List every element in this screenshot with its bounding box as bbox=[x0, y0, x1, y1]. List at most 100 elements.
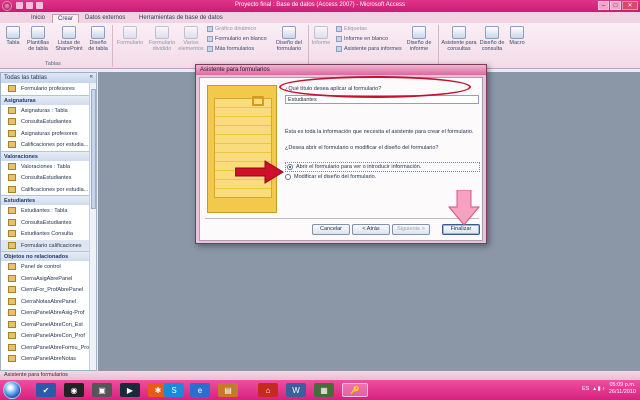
form-icon bbox=[123, 26, 137, 39]
nav-item[interactable]: Calificaciones por estudia... bbox=[1, 139, 96, 151]
nav-group-header[interactable]: Asignaturas⌃ bbox=[1, 94, 96, 105]
modify-design-label: Modificar el diseño del formulario. bbox=[294, 174, 377, 180]
nav-item[interactable]: Asignaturas profesores bbox=[1, 128, 96, 140]
nav-item-label: CierraFor_ProfAbrePanel bbox=[21, 287, 84, 293]
tab-herramientas[interactable]: Herramientas de base de datos bbox=[134, 14, 228, 23]
diseno-consulta-button[interactable]: Diseño de consulta bbox=[478, 26, 506, 52]
nav-item-label: Valoraciones : Tabla bbox=[21, 163, 71, 170]
nav-item[interactable]: Valoraciones : Tabla bbox=[1, 161, 96, 173]
grafico-dinamico-button[interactable]: Gráfico dinámico bbox=[207, 26, 256, 32]
media-player-icon[interactable]: ▶ bbox=[120, 383, 140, 397]
tray-icons[interactable]: ▴ ▮ ♪ bbox=[593, 386, 605, 392]
nav-item[interactable]: ConsultaEstudiantes bbox=[1, 116, 96, 128]
nav-item[interactable]: CierraAsigAbrePanel bbox=[1, 273, 96, 285]
checkmark-icon bbox=[252, 96, 264, 106]
tab-crear[interactable]: Crear bbox=[52, 14, 80, 23]
sharepoint-button[interactable]: Listas de SharePoint bbox=[53, 26, 85, 52]
nav-group-title: Asignaturas bbox=[4, 97, 36, 104]
nav-item[interactable]: CierraFor_ProfAbrePanel bbox=[1, 284, 96, 296]
nav-item-label: CierraPanelAbreAsig-Prof bbox=[21, 310, 85, 316]
media-icon[interactable]: ▣ bbox=[92, 383, 112, 397]
diseno-formulario-button[interactable]: Diseño del formulario bbox=[271, 26, 307, 52]
skype-icon[interactable]: S bbox=[164, 383, 184, 397]
dialog-separator bbox=[205, 218, 479, 219]
formulario-button[interactable]: Formulario bbox=[114, 26, 146, 46]
plantillas-button[interactable]: Plantillas de tabla bbox=[25, 26, 51, 52]
radio-open-form[interactable] bbox=[287, 164, 293, 170]
close-button[interactable]: ✕ bbox=[622, 1, 638, 10]
diseno-formulario-label: Diseño del formulario bbox=[276, 40, 302, 52]
back-button[interactable]: < Atrás bbox=[352, 224, 390, 235]
object-icon bbox=[8, 332, 16, 339]
formulario-en-blanco-button[interactable]: Formulario en blanco bbox=[207, 36, 267, 42]
diseno-tabla-button[interactable]: Diseño de tabla bbox=[86, 26, 110, 52]
nav-group-header[interactable]: Estudiantes⌃ bbox=[1, 195, 96, 205]
word-icon[interactable]: W bbox=[286, 383, 306, 397]
nav-pane-header[interactable]: Todas las tablas « bbox=[1, 73, 96, 83]
object-icon bbox=[8, 185, 16, 193]
nav-item[interactable]: CierraPanelAbreFormu_Prof bbox=[1, 342, 96, 354]
maximize-button[interactable]: □ bbox=[610, 1, 621, 10]
hp-icon[interactable]: ◉ bbox=[64, 383, 84, 397]
scrollbar-thumb[interactable] bbox=[91, 89, 96, 209]
nav-scrollbar[interactable] bbox=[89, 83, 96, 370]
nav-item[interactable]: CierraPanelAbreCon_Est bbox=[1, 319, 96, 331]
formulario-dividido-button[interactable]: Formulario dividido bbox=[146, 26, 178, 52]
nav-item[interactable]: Formulario calificaciones bbox=[1, 239, 96, 251]
diseno-informe-button[interactable]: Diseño de informe bbox=[404, 26, 434, 52]
nav-group-header[interactable]: Valoraciones⌃ bbox=[1, 150, 96, 161]
nav-item[interactable]: Calificaciones por estudia... bbox=[1, 184, 96, 196]
object-icon bbox=[8, 85, 16, 92]
nav-item[interactable]: ConsultaEstudiantes bbox=[1, 217, 96, 229]
next-button[interactable]: Siguiente > bbox=[392, 224, 430, 235]
varios-elementos-button[interactable]: Varios elementos bbox=[178, 26, 204, 52]
nav-item[interactable]: CierraPanelAbreCon_Prof bbox=[1, 330, 96, 342]
nav-item[interactable]: ConsultaEstudiantes bbox=[1, 172, 96, 184]
asistente-informes-button[interactable]: Asistente para informes bbox=[336, 46, 402, 52]
tab-datos-externos[interactable]: Datos externos bbox=[80, 14, 130, 23]
asistente-consultas-label: Asistente para consultas bbox=[441, 40, 477, 52]
nav-item[interactable]: CierraPanelAbreAsig-Prof bbox=[1, 307, 96, 319]
nav-item-label: CierraPanelAbreFormu_Prof bbox=[21, 344, 91, 351]
etiquetas-button[interactable]: Etiquetas bbox=[336, 26, 367, 32]
start-button[interactable] bbox=[3, 381, 21, 399]
nav-item[interactable]: CierraPanelAbreNotas bbox=[1, 353, 96, 365]
grafico-dinamico-label: Gráfico dinámico bbox=[215, 26, 257, 32]
nav-group-header[interactable]: Objetos no relacionados⌃ bbox=[1, 251, 96, 261]
ribbon-tabs: Inicio Crear Datos externos Herramientas… bbox=[0, 12, 640, 23]
informe-button[interactable]: Informe bbox=[310, 26, 332, 46]
tabla-button[interactable]: Tabla bbox=[3, 26, 23, 46]
mas-formularios-button[interactable]: Más formularios bbox=[207, 46, 254, 52]
mas-formularios-label: Más formularios bbox=[215, 46, 255, 52]
nav-item[interactable]: CierraNotasAbrePanel bbox=[1, 296, 96, 308]
chevron-double-left-icon[interactable]: « bbox=[90, 74, 93, 80]
cancel-button[interactable]: Cancelar bbox=[312, 224, 350, 235]
tab-inicio[interactable]: Inicio bbox=[26, 14, 50, 23]
title-bar: Proyecto final : Base de datos (Access 2… bbox=[0, 0, 640, 12]
nav-item[interactable]: Asignaturas : Tabla bbox=[1, 105, 96, 117]
folder-icon[interactable]: ▤ bbox=[218, 383, 238, 397]
app-icon[interactable]: ▦ bbox=[314, 383, 334, 397]
clock[interactable]: 05:09 p.m. 26/11/2010 bbox=[609, 382, 636, 396]
nav-item[interactable]: Formulario profesores bbox=[1, 83, 96, 95]
macro-button[interactable]: Macro bbox=[507, 26, 527, 46]
informe-en-blanco-button[interactable]: Informe en blanco bbox=[336, 36, 388, 42]
open-question: ¿Desea abrir el formulario o modificar e… bbox=[285, 145, 439, 151]
object-icon bbox=[8, 174, 16, 181]
language-indicator[interactable]: ES bbox=[582, 386, 589, 392]
asistente-consultas-button[interactable]: Asistente para consultas bbox=[441, 26, 477, 52]
mail-check-icon[interactable]: ✔ bbox=[36, 383, 56, 397]
acrobat-icon[interactable]: ⌂ bbox=[258, 383, 278, 397]
nav-item[interactable]: Panel de control bbox=[1, 261, 96, 273]
taskbar: ✔ ◉ ▣ ▶ ✱ S e ▤ ⌂ W ▦ 🔑 ES ▴ ▮ ♪ 05:09 p… bbox=[0, 380, 640, 400]
navigation-pane: Todas las tablas « Formulario profesores… bbox=[0, 72, 97, 371]
nav-item[interactable]: Estudiantes Consulta bbox=[1, 228, 96, 240]
access-running-icon[interactable]: 🔑 bbox=[342, 383, 368, 397]
modify-design-option[interactable]: Modificar el diseño del formulario. bbox=[285, 174, 376, 180]
internet-explorer-icon[interactable]: e bbox=[190, 383, 210, 397]
minimize-button[interactable]: – bbox=[598, 1, 609, 10]
radio-modify-design[interactable] bbox=[285, 174, 291, 180]
nav-item[interactable]: Estudiantes : Tabla bbox=[1, 205, 96, 217]
sharepoint-label: Listas de SharePoint bbox=[55, 40, 83, 52]
open-form-option[interactable]: Abrir el formulario para ver o introduci… bbox=[285, 162, 480, 172]
